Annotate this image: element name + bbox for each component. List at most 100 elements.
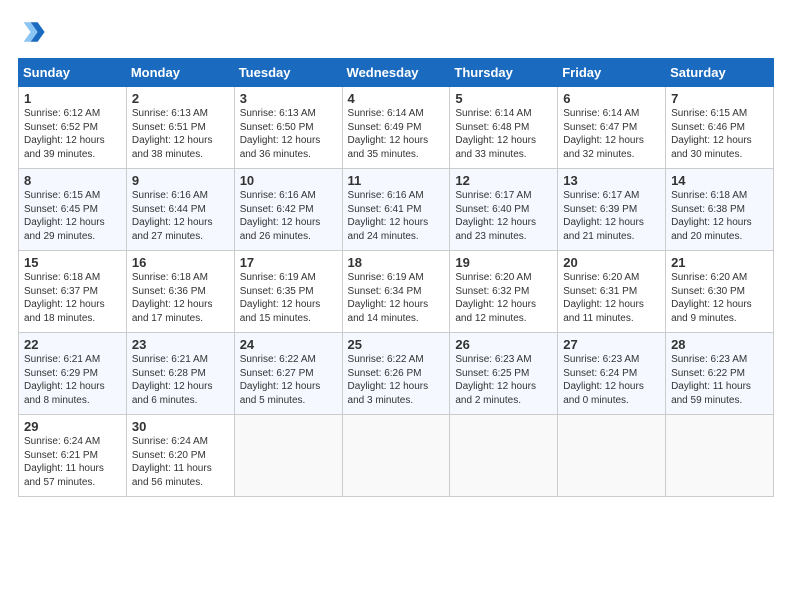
- day-info: Sunrise: 6:15 AM Sunset: 6:45 PM Dayligh…: [24, 189, 121, 243]
- day-info: Sunrise: 6:21 AM Sunset: 6:29 PM Dayligh…: [24, 353, 121, 407]
- day-number: 19: [455, 255, 552, 270]
- day-info: Sunrise: 6:23 AM Sunset: 6:22 PM Dayligh…: [671, 353, 768, 407]
- day-number: 18: [348, 255, 445, 270]
- calendar-cell: 14Sunrise: 6:18 AM Sunset: 6:38 PM Dayli…: [666, 169, 774, 251]
- day-info: Sunrise: 6:13 AM Sunset: 6:50 PM Dayligh…: [240, 107, 337, 161]
- calendar-cell: 30Sunrise: 6:24 AM Sunset: 6:20 PM Dayli…: [126, 415, 234, 497]
- calendar-cell: [450, 415, 558, 497]
- day-number: 3: [240, 91, 337, 106]
- day-info: Sunrise: 6:23 AM Sunset: 6:25 PM Dayligh…: [455, 353, 552, 407]
- weekday-header-sunday: Sunday: [19, 59, 127, 87]
- page: SundayMondayTuesdayWednesdayThursdayFrid…: [0, 0, 792, 507]
- calendar-cell: 13Sunrise: 6:17 AM Sunset: 6:39 PM Dayli…: [558, 169, 666, 251]
- day-number: 7: [671, 91, 768, 106]
- day-info: Sunrise: 6:14 AM Sunset: 6:48 PM Dayligh…: [455, 107, 552, 161]
- day-number: 16: [132, 255, 229, 270]
- calendar-cell: 26Sunrise: 6:23 AM Sunset: 6:25 PM Dayli…: [450, 333, 558, 415]
- calendar-cell: [558, 415, 666, 497]
- calendar-cell: 5Sunrise: 6:14 AM Sunset: 6:48 PM Daylig…: [450, 87, 558, 169]
- day-info: Sunrise: 6:16 AM Sunset: 6:42 PM Dayligh…: [240, 189, 337, 243]
- calendar-cell: 20Sunrise: 6:20 AM Sunset: 6:31 PM Dayli…: [558, 251, 666, 333]
- day-info: Sunrise: 6:16 AM Sunset: 6:44 PM Dayligh…: [132, 189, 229, 243]
- calendar-cell: 10Sunrise: 6:16 AM Sunset: 6:42 PM Dayli…: [234, 169, 342, 251]
- day-info: Sunrise: 6:12 AM Sunset: 6:52 PM Dayligh…: [24, 107, 121, 161]
- calendar-cell: 2Sunrise: 6:13 AM Sunset: 6:51 PM Daylig…: [126, 87, 234, 169]
- day-number: 12: [455, 173, 552, 188]
- day-info: Sunrise: 6:24 AM Sunset: 6:21 PM Dayligh…: [24, 435, 121, 489]
- calendar-cell: 22Sunrise: 6:21 AM Sunset: 6:29 PM Dayli…: [19, 333, 127, 415]
- day-info: Sunrise: 6:18 AM Sunset: 6:37 PM Dayligh…: [24, 271, 121, 325]
- calendar-cell: 1Sunrise: 6:12 AM Sunset: 6:52 PM Daylig…: [19, 87, 127, 169]
- day-number: 14: [671, 173, 768, 188]
- day-number: 22: [24, 337, 121, 352]
- calendar-cell: 16Sunrise: 6:18 AM Sunset: 6:36 PM Dayli…: [126, 251, 234, 333]
- day-number: 2: [132, 91, 229, 106]
- day-number: 9: [132, 173, 229, 188]
- calendar-cell: 17Sunrise: 6:19 AM Sunset: 6:35 PM Dayli…: [234, 251, 342, 333]
- calendar-cell: 8Sunrise: 6:15 AM Sunset: 6:45 PM Daylig…: [19, 169, 127, 251]
- calendar-cell: 6Sunrise: 6:14 AM Sunset: 6:47 PM Daylig…: [558, 87, 666, 169]
- day-info: Sunrise: 6:22 AM Sunset: 6:26 PM Dayligh…: [348, 353, 445, 407]
- day-info: Sunrise: 6:19 AM Sunset: 6:34 PM Dayligh…: [348, 271, 445, 325]
- day-number: 13: [563, 173, 660, 188]
- weekday-header-friday: Friday: [558, 59, 666, 87]
- day-info: Sunrise: 6:17 AM Sunset: 6:40 PM Dayligh…: [455, 189, 552, 243]
- day-number: 24: [240, 337, 337, 352]
- day-number: 29: [24, 419, 121, 434]
- day-info: Sunrise: 6:15 AM Sunset: 6:46 PM Dayligh…: [671, 107, 768, 161]
- calendar-cell: 24Sunrise: 6:22 AM Sunset: 6:27 PM Dayli…: [234, 333, 342, 415]
- day-number: 30: [132, 419, 229, 434]
- day-number: 21: [671, 255, 768, 270]
- day-info: Sunrise: 6:19 AM Sunset: 6:35 PM Dayligh…: [240, 271, 337, 325]
- calendar-cell: 18Sunrise: 6:19 AM Sunset: 6:34 PM Dayli…: [342, 251, 450, 333]
- day-info: Sunrise: 6:20 AM Sunset: 6:30 PM Dayligh…: [671, 271, 768, 325]
- calendar-cell: 29Sunrise: 6:24 AM Sunset: 6:21 PM Dayli…: [19, 415, 127, 497]
- day-info: Sunrise: 6:22 AM Sunset: 6:27 PM Dayligh…: [240, 353, 337, 407]
- calendar-cell: 11Sunrise: 6:16 AM Sunset: 6:41 PM Dayli…: [342, 169, 450, 251]
- calendar-cell: 19Sunrise: 6:20 AM Sunset: 6:32 PM Dayli…: [450, 251, 558, 333]
- day-number: 25: [348, 337, 445, 352]
- day-number: 20: [563, 255, 660, 270]
- calendar-table: SundayMondayTuesdayWednesdayThursdayFrid…: [18, 58, 774, 497]
- day-info: Sunrise: 6:24 AM Sunset: 6:20 PM Dayligh…: [132, 435, 229, 489]
- header: [18, 18, 774, 46]
- logo: [18, 18, 50, 46]
- day-number: 6: [563, 91, 660, 106]
- day-info: Sunrise: 6:20 AM Sunset: 6:32 PM Dayligh…: [455, 271, 552, 325]
- day-number: 4: [348, 91, 445, 106]
- weekday-header-wednesday: Wednesday: [342, 59, 450, 87]
- calendar-cell: 25Sunrise: 6:22 AM Sunset: 6:26 PM Dayli…: [342, 333, 450, 415]
- calendar-cell: 23Sunrise: 6:21 AM Sunset: 6:28 PM Dayli…: [126, 333, 234, 415]
- weekday-header-tuesday: Tuesday: [234, 59, 342, 87]
- day-info: Sunrise: 6:18 AM Sunset: 6:38 PM Dayligh…: [671, 189, 768, 243]
- day-info: Sunrise: 6:23 AM Sunset: 6:24 PM Dayligh…: [563, 353, 660, 407]
- calendar-cell: 3Sunrise: 6:13 AM Sunset: 6:50 PM Daylig…: [234, 87, 342, 169]
- calendar-cell: [234, 415, 342, 497]
- day-info: Sunrise: 6:20 AM Sunset: 6:31 PM Dayligh…: [563, 271, 660, 325]
- weekday-header-monday: Monday: [126, 59, 234, 87]
- day-number: 15: [24, 255, 121, 270]
- calendar-cell: 21Sunrise: 6:20 AM Sunset: 6:30 PM Dayli…: [666, 251, 774, 333]
- day-info: Sunrise: 6:13 AM Sunset: 6:51 PM Dayligh…: [132, 107, 229, 161]
- calendar-cell: 12Sunrise: 6:17 AM Sunset: 6:40 PM Dayli…: [450, 169, 558, 251]
- day-number: 5: [455, 91, 552, 106]
- calendar-cell: 7Sunrise: 6:15 AM Sunset: 6:46 PM Daylig…: [666, 87, 774, 169]
- calendar-cell: [342, 415, 450, 497]
- day-info: Sunrise: 6:14 AM Sunset: 6:49 PM Dayligh…: [348, 107, 445, 161]
- calendar-cell: 4Sunrise: 6:14 AM Sunset: 6:49 PM Daylig…: [342, 87, 450, 169]
- day-number: 26: [455, 337, 552, 352]
- calendar-cell: 28Sunrise: 6:23 AM Sunset: 6:22 PM Dayli…: [666, 333, 774, 415]
- weekday-header-saturday: Saturday: [666, 59, 774, 87]
- calendar-cell: 15Sunrise: 6:18 AM Sunset: 6:37 PM Dayli…: [19, 251, 127, 333]
- calendar-cell: [666, 415, 774, 497]
- day-number: 10: [240, 173, 337, 188]
- logo-icon: [18, 18, 46, 46]
- day-info: Sunrise: 6:14 AM Sunset: 6:47 PM Dayligh…: [563, 107, 660, 161]
- day-number: 1: [24, 91, 121, 106]
- day-number: 27: [563, 337, 660, 352]
- day-number: 17: [240, 255, 337, 270]
- day-number: 8: [24, 173, 121, 188]
- calendar-cell: 27Sunrise: 6:23 AM Sunset: 6:24 PM Dayli…: [558, 333, 666, 415]
- day-number: 23: [132, 337, 229, 352]
- calendar-cell: 9Sunrise: 6:16 AM Sunset: 6:44 PM Daylig…: [126, 169, 234, 251]
